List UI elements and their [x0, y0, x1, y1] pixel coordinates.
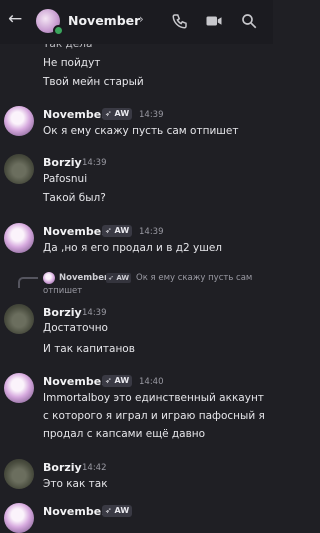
- back-arrow-icon[interactable]: ←: [8, 9, 28, 29]
- avatar[interactable]: [4, 503, 34, 533]
- avatar[interactable]: [4, 304, 34, 334]
- phone-icon[interactable]: [171, 12, 189, 30]
- message-text: Ок я ему скажу пусть сам отпишет: [43, 125, 239, 137]
- search-icon[interactable]: [240, 12, 258, 30]
- chevron-right-icon[interactable]: ›: [139, 12, 144, 26]
- clan-tag-badge: ➶ AW: [102, 505, 133, 517]
- author-name[interactable]: Borziy: [43, 461, 82, 474]
- timestamp: 14:39: [139, 227, 164, 237]
- clan-tag-badge: ➶ AW: [102, 375, 133, 387]
- page-title[interactable]: November: [68, 13, 140, 28]
- author-name[interactable]: Borziy: [43, 156, 82, 169]
- message-text: с которого я играл и играю пафосный я: [43, 410, 265, 422]
- avatar[interactable]: [4, 154, 34, 184]
- message-text: Immortalboy это единственный аккаунт: [43, 392, 264, 404]
- avatar[interactable]: [4, 459, 34, 489]
- message-text: продал с капсами ещё давно: [43, 428, 206, 440]
- online-status-icon: [53, 25, 64, 36]
- reply-preview[interactable]: Ок я ему скажу пусть сам: [136, 273, 252, 283]
- message-text: Твой мейн старый: [43, 76, 144, 88]
- avatar[interactable]: [4, 106, 34, 136]
- timestamp: 14:40: [139, 377, 164, 387]
- message-text: Такой был?: [43, 192, 106, 204]
- reply-author[interactable]: November: [59, 273, 108, 283]
- timestamp: 14:42: [82, 463, 107, 473]
- avatar[interactable]: [4, 223, 34, 253]
- chat-header: ← November ›: [0, 0, 273, 44]
- video-icon[interactable]: [205, 12, 223, 30]
- reply-preview[interactable]: отпишет: [43, 286, 82, 296]
- author-name[interactable]: November: [43, 375, 107, 388]
- message-text: И так капитанов: [43, 343, 135, 355]
- author-name[interactable]: November: [43, 225, 107, 238]
- reply-avatar: [43, 272, 55, 284]
- message-text: Достаточно: [43, 322, 108, 334]
- message-text: Да ,но я его продал и в д2 ушел: [43, 242, 222, 254]
- clan-tag-badge: ➶ AW: [102, 108, 133, 120]
- avatar[interactable]: [4, 373, 34, 403]
- author-name[interactable]: November: [43, 108, 107, 121]
- clan-tag-badge: ➶ AW: [102, 225, 133, 237]
- message-text: Не пойдут: [43, 57, 101, 69]
- reply-connector: [18, 277, 38, 288]
- timestamp: 14:39: [139, 110, 164, 120]
- message-text: Это как так: [43, 478, 108, 490]
- timestamp: 14:39: [82, 158, 107, 168]
- message-text: Pafosnui: [43, 173, 88, 185]
- timestamp: 14:39: [82, 308, 107, 318]
- reply-tag-badge: ➶ AW: [106, 273, 132, 283]
- author-name[interactable]: Borziy: [43, 306, 82, 319]
